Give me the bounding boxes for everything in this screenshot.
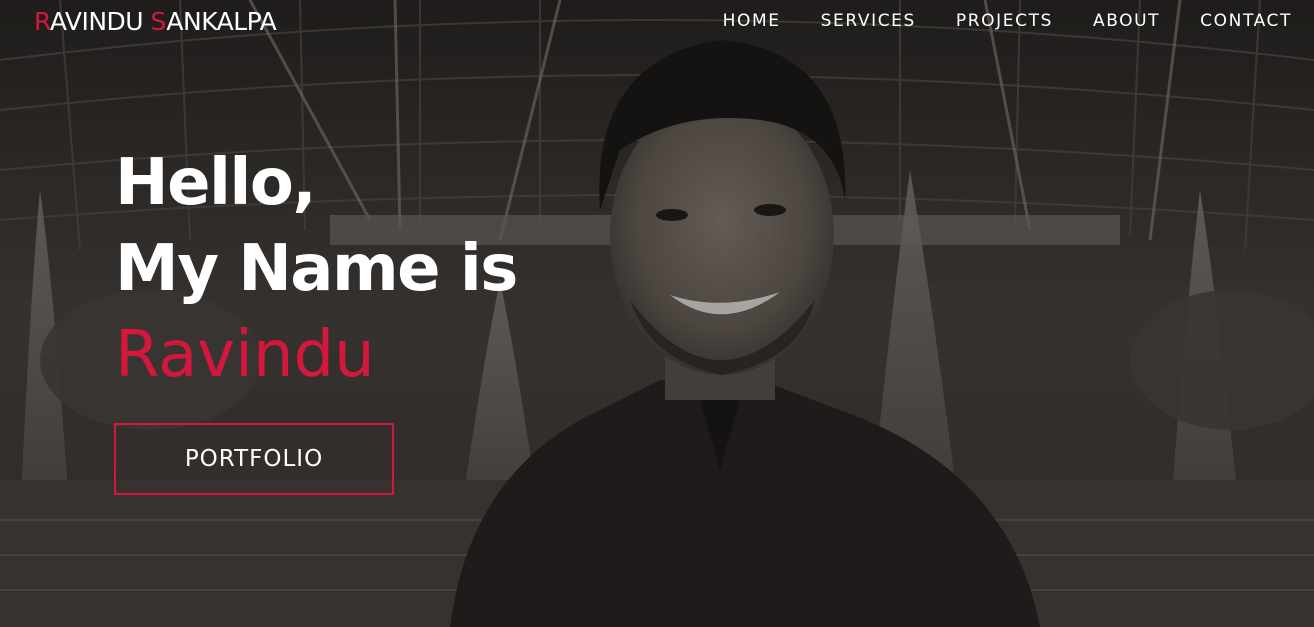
hero-intro: My Name is (115, 232, 518, 306)
nav-link-projects[interactable]: PROJECTS (956, 10, 1053, 32)
nav-link-home[interactable]: HOME (723, 10, 781, 32)
site-logo[interactable]: RAVINDU SANKALPA (34, 7, 277, 36)
hero-heading: Hello, My Name is Ravindu (115, 140, 518, 398)
logo-last-rest: ANKALPA (166, 7, 277, 36)
logo-first-initial: R (34, 7, 50, 36)
nav-link-services[interactable]: SERVICES (821, 10, 916, 32)
logo-last-initial: S (150, 7, 167, 36)
hero-greeting: Hello, (115, 146, 317, 220)
main-nav: HOME SERVICES PROJECTS ABOUT CONTACT (683, 10, 1292, 32)
hero-name: Ravindu (115, 318, 375, 392)
nav-link-contact[interactable]: CONTACT (1200, 10, 1292, 32)
nav-link-about[interactable]: ABOUT (1093, 10, 1160, 32)
portfolio-button[interactable]: PORTFOLIO (114, 423, 394, 495)
site-header: RAVINDU SANKALPA HOME SERVICES PROJECTS … (0, 0, 1314, 44)
logo-first-rest: AVINDU (49, 7, 144, 36)
